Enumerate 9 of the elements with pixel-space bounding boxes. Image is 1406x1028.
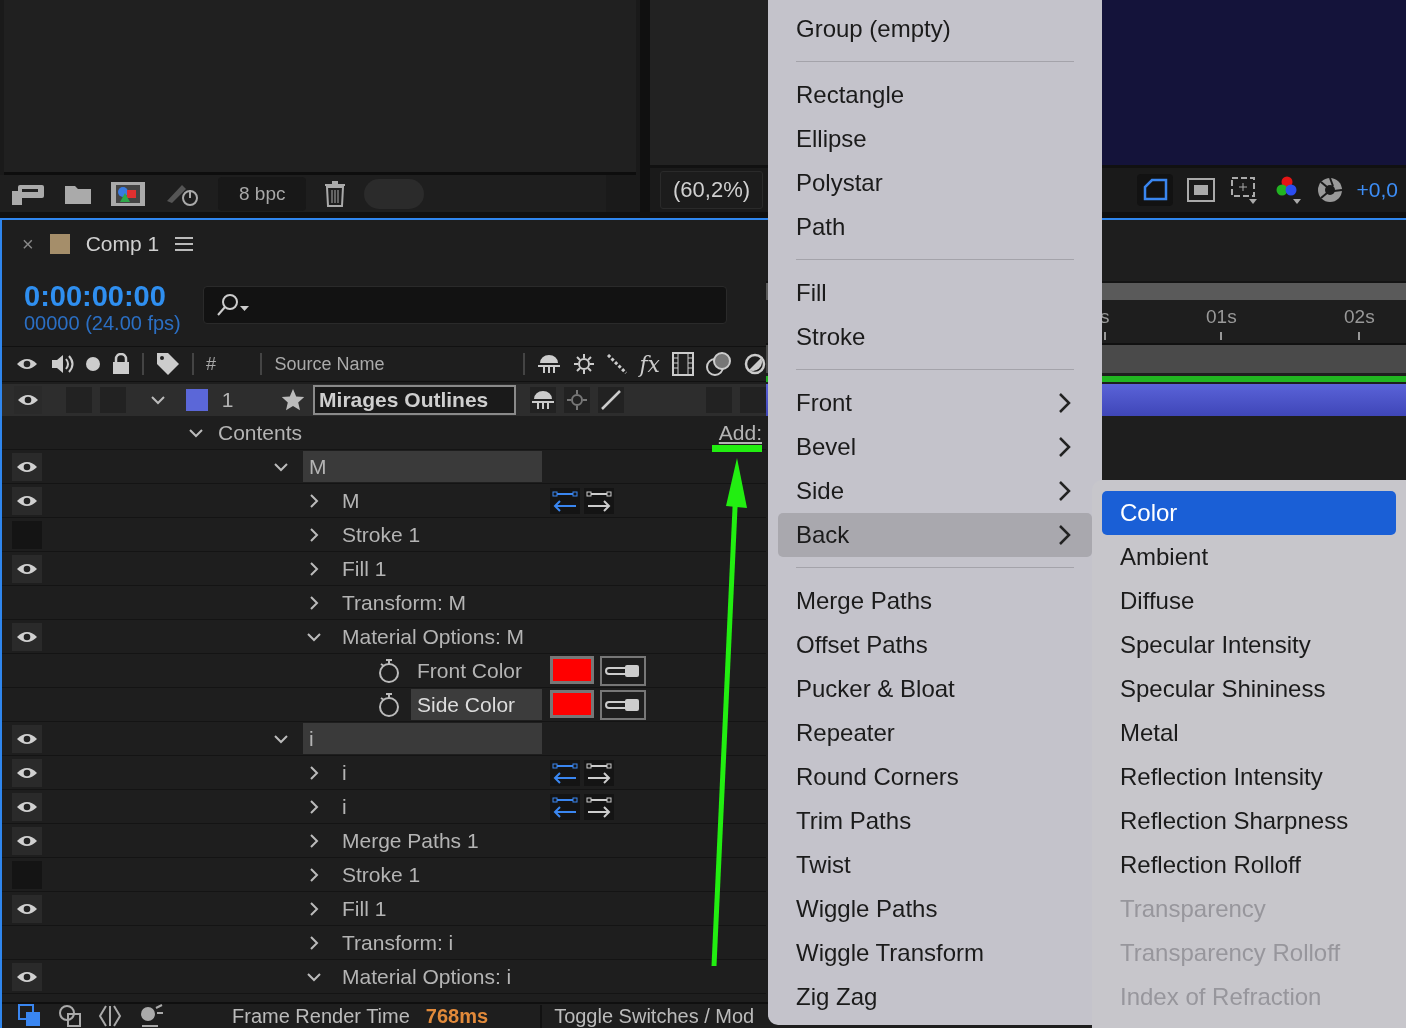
fx-icon: fx (639, 351, 660, 377)
frame-render-time-value: 768ms (425, 1004, 489, 1028)
contents-label: Contents (218, 420, 303, 445)
number-column-header: # (206, 353, 217, 375)
frame-render-time-label: Frame Render Time (232, 1004, 410, 1028)
layer-number: 1 (220, 388, 235, 412)
frame-info: 00000 (24.00 fps) (24, 312, 181, 335)
time-label: 02s (1344, 306, 1375, 328)
time-label: 01s (1206, 306, 1237, 328)
